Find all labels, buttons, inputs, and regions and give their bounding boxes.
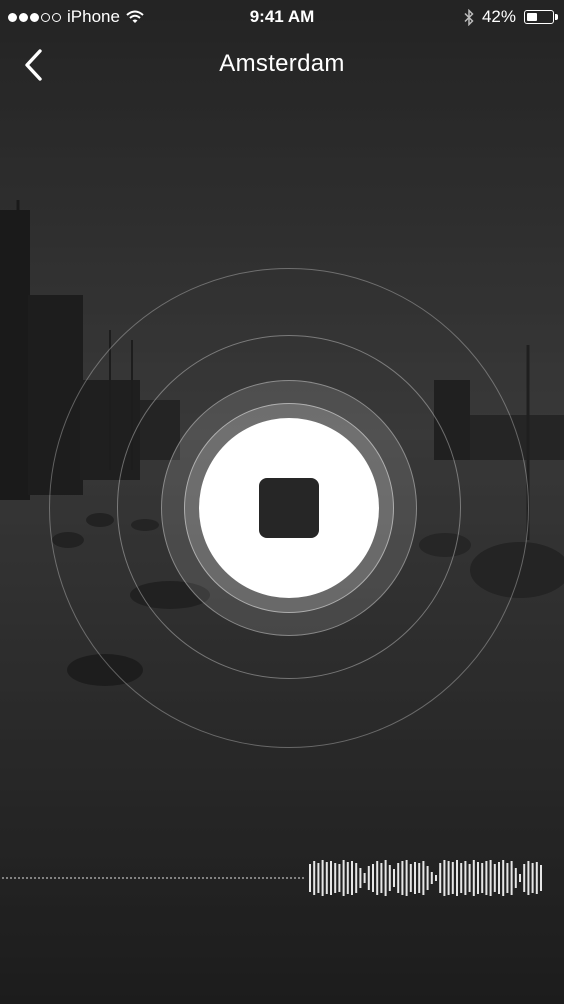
- status-right: 42%: [464, 7, 558, 27]
- audio-waveform: [2, 860, 542, 896]
- page-title: Amsterdam: [219, 50, 345, 77]
- bluetooth-icon: [464, 8, 474, 26]
- navigation-bar: Amsterdam: [0, 40, 564, 90]
- stop-icon: [259, 478, 319, 538]
- status-bar: iPhone 9:41 AM 42%: [0, 0, 564, 34]
- stop-recording-button[interactable]: [199, 418, 379, 598]
- battery-icon: [524, 10, 558, 24]
- battery-percent: 42%: [481, 7, 516, 26]
